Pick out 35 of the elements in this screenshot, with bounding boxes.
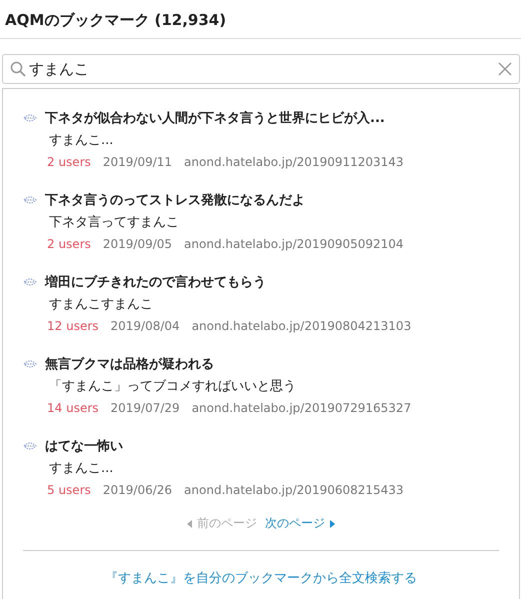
search-field[interactable]: すまんこ (2, 54, 520, 84)
user-count-link[interactable]: 2 users (47, 237, 91, 251)
bookmark-icon (23, 359, 37, 369)
user-count-link[interactable]: 12 users (47, 319, 99, 333)
entry-title-link[interactable]: 下ネタが似合わない人間が下ネタ言うと世界にヒビが入... (45, 109, 385, 127)
clear-icon[interactable] (498, 62, 512, 76)
user-count-link[interactable]: 5 users (47, 483, 91, 497)
entry-url-link[interactable]: anond.hatelabo.jp/20190608215433 (184, 483, 404, 497)
bookmark-date: 2019/09/11 (102, 155, 172, 169)
bookmark-date: 2019/06/26 (102, 483, 172, 497)
bookmark-date: 2019/07/29 (110, 401, 180, 415)
bookmark-comment: 「すまんこ」ってブコメすればいいと思う (49, 378, 297, 395)
entry-url-link[interactable]: anond.hatelabo.jp/20190911203143 (184, 155, 404, 169)
fulltext-search-link[interactable]: 『すまんこ』を自分のブックマークから全文検索する (105, 571, 417, 586)
bookmark-icon (23, 441, 37, 451)
bookmark-comment: すまんこ... (49, 460, 114, 477)
bookmark-icon (23, 113, 37, 123)
entry-url-link[interactable]: anond.hatelabo.jp/20190729165327 (192, 401, 412, 415)
bookmark-date: 2019/08/04 (110, 319, 180, 333)
entry-title-link[interactable]: はてな一怖い (45, 437, 123, 455)
bookmark-icon (23, 277, 37, 287)
entry-url-link[interactable]: anond.hatelabo.jp/20190905092104 (184, 237, 404, 251)
entry-title-link[interactable]: 下ネタ言うのってストレス発散になるんだよ (45, 191, 305, 209)
next-page-link[interactable]: 次のページ (265, 515, 335, 532)
bookmark-date: 2019/09/05 (102, 237, 172, 251)
page-title: AQMのブックマーク (12,934) (5, 11, 226, 29)
entry-title-link[interactable]: 無言ブクマは品格が疑われる (45, 355, 214, 373)
bookmark-icon (23, 195, 37, 205)
bookmark-comment: すまんこすまんこ (49, 296, 154, 313)
entry-title-link[interactable]: 増田にブチきれたので言わせてもらう (45, 273, 266, 291)
user-count-link[interactable]: 2 users (47, 155, 91, 169)
user-count-link[interactable]: 14 users (47, 401, 99, 415)
entry-url-link[interactable]: anond.hatelabo.jp/20190804213103 (192, 319, 412, 333)
bookmark-comment: 下ネタ言ってすまんこ (49, 214, 180, 231)
bookmark-comment: すまんこ... (49, 132, 114, 149)
